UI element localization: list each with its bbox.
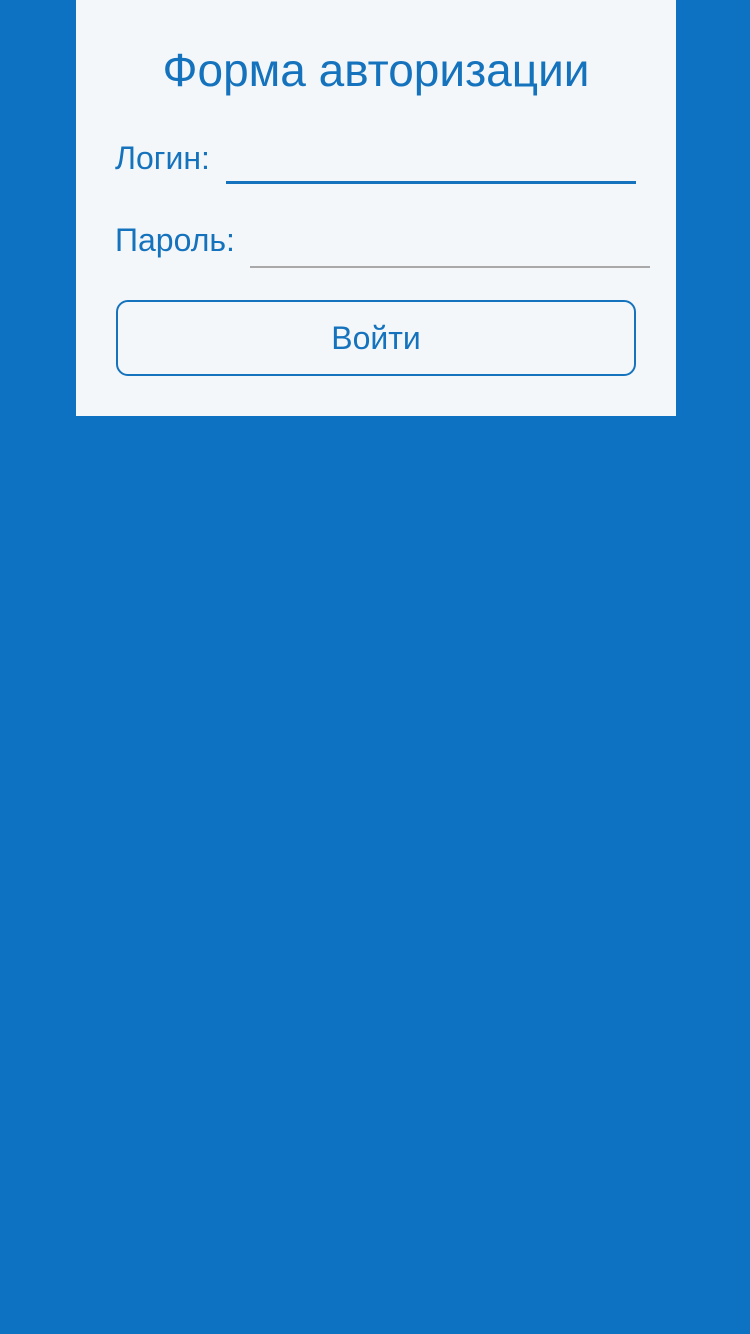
login-button[interactable]: Войти [116,300,636,376]
login-input[interactable] [226,142,636,184]
form-title: Форма авторизации [162,44,590,96]
password-input[interactable] [250,224,650,268]
login-form-card: Форма авторизации Логин: Пароль: Войти [76,0,676,416]
login-label: Логин: [115,140,210,176]
password-label: Пароль: [115,222,235,258]
